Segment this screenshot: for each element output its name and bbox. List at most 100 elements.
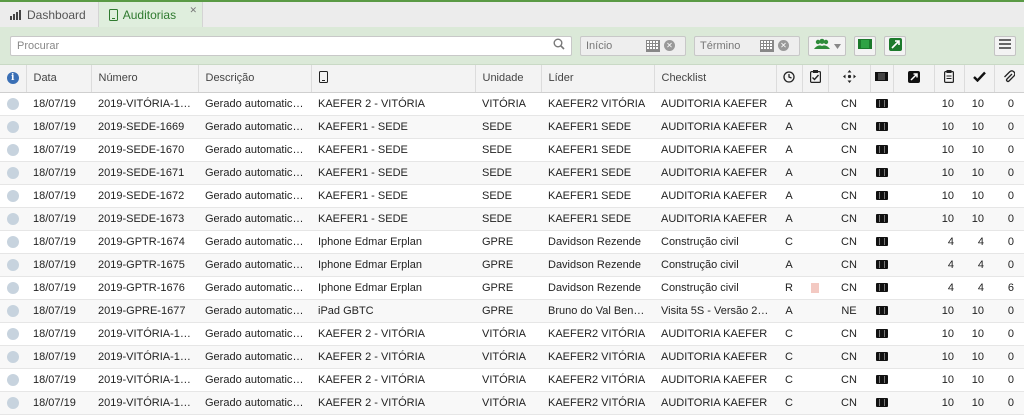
- cell-camera[interactable]: [870, 391, 893, 415]
- cell-camera[interactable]: [870, 161, 893, 185]
- row-info[interactable]: [0, 345, 26, 369]
- cell-descricao: Gerado automaticamente: [198, 253, 311, 277]
- cell-camera[interactable]: [870, 276, 893, 300]
- col-checklist[interactable]: Checklist: [654, 65, 777, 93]
- cell-camera[interactable]: [870, 184, 893, 208]
- table-row[interactable]: 18/07/19 2019-SEDE-1673 Gerado automaticam…: [0, 207, 1024, 231]
- table-row[interactable]: 18/07/19 2019-VITÓRIA-1680 Gerado automati…: [0, 368, 1024, 392]
- col-attachments[interactable]: [994, 65, 1024, 93]
- cell-done: 10: [964, 391, 994, 415]
- close-icon[interactable]: ✕: [190, 5, 198, 16]
- table-row[interactable]: 18/07/19 2019-VITÓRIA-1681 Gerado automati…: [0, 391, 1024, 415]
- cell-open: [893, 161, 934, 185]
- col-done[interactable]: [964, 65, 995, 93]
- cell-status: A: [776, 92, 802, 116]
- row-info[interactable]: [0, 322, 26, 346]
- start-date-field: ✕: [580, 35, 686, 56]
- users-filter-button[interactable]: [808, 35, 846, 56]
- camera-roll-button[interactable]: [854, 35, 876, 56]
- col-lider[interactable]: Líder: [541, 65, 655, 93]
- table-row[interactable]: 18/07/19 2019-GPTR-1675 Gerado automaticam…: [0, 253, 1024, 277]
- col-report[interactable]: [802, 65, 829, 93]
- cell-camera[interactable]: [870, 368, 893, 392]
- cell-descricao: Gerado automaticamente: [198, 207, 311, 231]
- table-row[interactable]: 18/07/19 2019-VITÓRIA-1679 Gerado automati…: [0, 345, 1024, 369]
- cell-report[interactable]: [802, 276, 828, 300]
- cell-checklist: AUDITORIA KAEFER: [654, 322, 776, 346]
- row-info[interactable]: [0, 299, 26, 323]
- search-icon[interactable]: [553, 38, 565, 53]
- cell-camera[interactable]: [870, 345, 893, 369]
- cell-lider: KAEFER2 VITÓRIA: [541, 92, 654, 116]
- table-body: 18/07/19 2019-VITÓRIA-1669 Gerado automati…: [0, 92, 1024, 415]
- cell-tipo: CN: [828, 253, 870, 277]
- col-type[interactable]: [828, 65, 871, 93]
- tab-dashboard[interactable]: Dashboard: [0, 2, 99, 27]
- calendar-icon[interactable]: [760, 39, 774, 52]
- cell-tipo: CN: [828, 345, 870, 369]
- chevron-down-icon: [833, 40, 841, 52]
- cell-unidade: SEDE: [475, 138, 541, 162]
- col-descricao[interactable]: Descrição: [198, 65, 312, 93]
- col-data[interactable]: Data: [26, 65, 92, 93]
- clear-icon[interactable]: ✕: [778, 40, 789, 51]
- clear-icon[interactable]: ✕: [664, 40, 675, 51]
- cell-report: [802, 115, 828, 139]
- cell-data: 18/07/19: [26, 276, 91, 300]
- menu-button[interactable]: [994, 35, 1016, 56]
- cell-camera[interactable]: [870, 253, 893, 277]
- table-row[interactable]: 18/07/19 2019-VITÓRIA-1669 Gerado automati…: [0, 92, 1024, 116]
- cell-data: 18/07/19: [26, 207, 91, 231]
- cell-status: A: [776, 299, 802, 323]
- cell-camera[interactable]: [870, 92, 893, 116]
- expand-button[interactable]: [884, 35, 906, 56]
- cell-status: R: [776, 276, 802, 300]
- cell-items: 10: [934, 138, 964, 162]
- col-open[interactable]: [893, 65, 935, 93]
- cell-camera[interactable]: [870, 115, 893, 139]
- cell-unidade: VITÓRIA: [475, 391, 541, 415]
- cell-camera[interactable]: [870, 230, 893, 254]
- end-date-input[interactable]: [700, 39, 756, 52]
- row-info[interactable]: [0, 184, 26, 208]
- table-row[interactable]: 18/07/19 2019-GPTR-1676 Gerado automaticam…: [0, 276, 1024, 300]
- row-info[interactable]: [0, 368, 26, 392]
- cell-lider: Davidson Rezende: [541, 253, 654, 277]
- row-info[interactable]: [0, 230, 26, 254]
- cell-camera[interactable]: [870, 299, 893, 323]
- tab-auditorias[interactable]: Auditorias ✕: [98, 2, 204, 27]
- table-row[interactable]: 18/07/19 2019-SEDE-1669 Gerado automaticam…: [0, 115, 1024, 139]
- table-row[interactable]: 18/07/19 2019-GPRE-1677 Gerado automaticam…: [0, 299, 1024, 323]
- cell-open: [893, 391, 934, 415]
- row-info[interactable]: [0, 138, 26, 162]
- start-date-input[interactable]: [586, 39, 642, 52]
- table-row[interactable]: 18/07/19 2019-VITÓRIA-1678 Gerado automati…: [0, 322, 1024, 346]
- cell-open: [893, 368, 934, 392]
- row-info[interactable]: [0, 161, 26, 185]
- row-info[interactable]: [0, 92, 26, 116]
- row-info[interactable]: [0, 115, 26, 139]
- cell-camera[interactable]: [870, 138, 893, 162]
- cell-camera[interactable]: [870, 322, 893, 346]
- col-unidade[interactable]: Unidade: [475, 65, 542, 93]
- cell-camera[interactable]: [870, 207, 893, 231]
- table-row[interactable]: 18/07/19 2019-SEDE-1671 Gerado automaticam…: [0, 161, 1024, 185]
- row-info[interactable]: [0, 276, 26, 300]
- clock-icon: [783, 71, 795, 86]
- table-row[interactable]: 18/07/19 2019-GPTR-1674 Gerado automaticam…: [0, 230, 1024, 254]
- col-numero[interactable]: Número: [91, 65, 199, 93]
- cell-items: 10: [934, 299, 964, 323]
- row-info[interactable]: [0, 207, 26, 231]
- row-info[interactable]: [0, 391, 26, 415]
- cell-lider: KAEFER1 SEDE: [541, 138, 654, 162]
- col-status[interactable]: [776, 65, 803, 93]
- calendar-icon[interactable]: [646, 39, 660, 52]
- table-row[interactable]: 18/07/19 2019-SEDE-1670 Gerado automaticam…: [0, 138, 1024, 162]
- search-input[interactable]: [17, 39, 553, 52]
- col-camera[interactable]: [870, 65, 894, 93]
- cell-checklist: Construção civil: [654, 230, 776, 254]
- col-dispositivo[interactable]: [311, 65, 476, 93]
- col-items[interactable]: [934, 65, 965, 93]
- table-row[interactable]: 18/07/19 2019-SEDE-1672 Gerado automaticam…: [0, 184, 1024, 208]
- row-info[interactable]: [0, 253, 26, 277]
